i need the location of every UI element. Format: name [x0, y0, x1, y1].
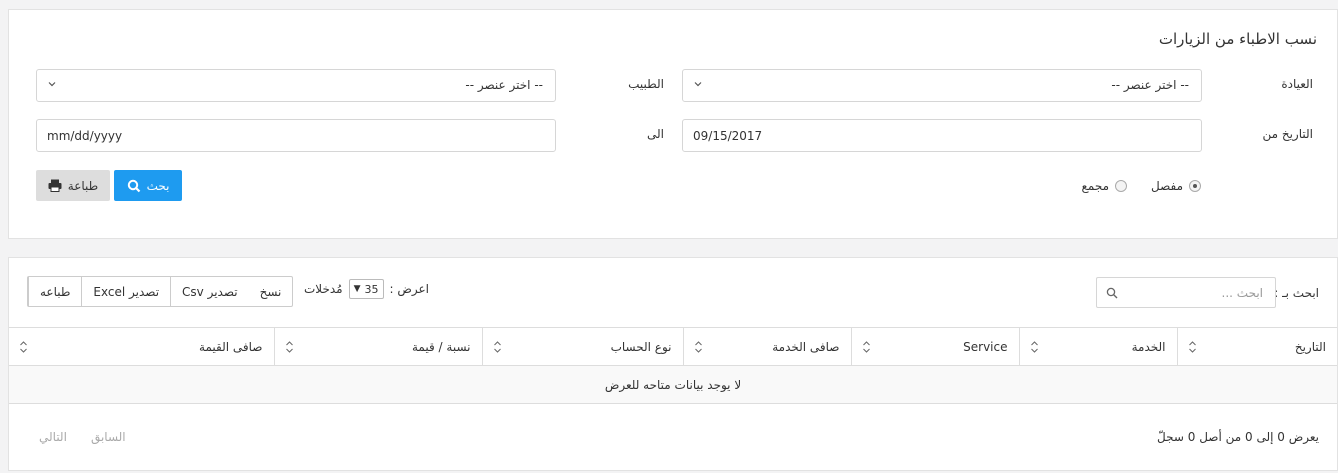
- next-page-button[interactable]: التالي: [39, 430, 67, 444]
- caret-down-icon: ▼: [353, 284, 361, 294]
- page-length-select[interactable]: ▼ 35: [348, 279, 384, 299]
- search-icon: [127, 179, 140, 192]
- entries-label: مُدخلات: [304, 282, 343, 296]
- date-from-input[interactable]: 09/15/2017: [682, 119, 1202, 152]
- column-header-net-value[interactable]: صافى القيمة: [9, 327, 274, 366]
- column-header-label: صافى الخدمة: [772, 339, 840, 354]
- radio-summary-label: مجمع: [1081, 179, 1110, 193]
- date-to-label: الى: [647, 127, 664, 141]
- sort-icon: [862, 341, 870, 353]
- radio-detailed[interactable]: مفصل: [1151, 179, 1201, 193]
- sort-icon: [1030, 341, 1038, 353]
- print-button-label: طباعة: [67, 178, 99, 193]
- pagination: السابق التالي: [39, 430, 126, 444]
- radio-summary-dot[interactable]: [1115, 180, 1127, 192]
- print-table-button[interactable]: طباعه: [28, 277, 81, 306]
- chevron-down-icon: [694, 82, 702, 87]
- column-header-label: نسبة / قيمة: [412, 339, 471, 354]
- column-header-ratio-value[interactable]: نسبة / قيمة: [273, 327, 482, 366]
- page-length-value: 35: [364, 282, 379, 296]
- table-search-input[interactable]: ابحث ...: [1096, 277, 1276, 308]
- sort-icon: [1188, 341, 1196, 353]
- date-to-value: mm/dd/yyyy: [47, 129, 123, 143]
- search-button-label: بحث: [146, 178, 170, 193]
- previous-page-button[interactable]: السابق: [91, 430, 126, 444]
- sort-icon: [694, 341, 702, 353]
- clinic-label: العيادة: [1281, 77, 1313, 91]
- column-header-service-en[interactable]: Service: [850, 327, 1019, 366]
- sort-icon: [493, 341, 501, 353]
- page-title: نسب الاطباء من الزيارات: [1158, 30, 1317, 48]
- column-header-label: الخدمة: [1131, 339, 1166, 354]
- page-length-control: اعرض : ▼ 35 مُدخلات: [304, 279, 429, 299]
- table-search-label: ابحث بـ :: [1274, 286, 1319, 300]
- column-header-label: نوع الحساب: [610, 339, 672, 354]
- empty-table-message: لا يوجد بيانات متاحه للعرض: [9, 365, 1337, 404]
- date-from-value: 09/15/2017: [693, 129, 763, 143]
- export-excel-button[interactable]: تصدير Excel: [81, 277, 170, 306]
- radio-detailed-label: مفصل: [1151, 179, 1183, 193]
- results-table: التاريخ الخدمة Service صافى الخدمة نوع ا…: [9, 327, 1337, 404]
- show-label: اعرض :: [389, 282, 430, 296]
- date-to-input[interactable]: mm/dd/yyyy: [36, 119, 556, 152]
- printer-icon: [48, 179, 62, 192]
- column-header-label: Service: [963, 339, 1008, 354]
- results-panel: ابحث بـ : ابحث ... اعرض : ▼ 35 مُدخلات ن…: [8, 257, 1338, 471]
- search-icon: [1106, 287, 1118, 299]
- column-header-label: التاريخ: [1294, 339, 1326, 354]
- filter-panel: نسب الاطباء من الزيارات العيادة -- اختر …: [8, 9, 1338, 239]
- column-header-account-type[interactable]: نوع الحساب: [481, 327, 683, 366]
- column-header-date[interactable]: التاريخ: [1176, 327, 1337, 366]
- radio-summary[interactable]: مجمع: [1081, 179, 1127, 193]
- table-row-empty: لا يوجد بيانات متاحه للعرض: [9, 365, 1337, 404]
- doctor-select[interactable]: -- اختر عنصر --: [36, 69, 556, 102]
- table-info: يعرض 0 إلى 0 من أصل 0 سجلّ: [1157, 430, 1319, 444]
- export-button-group: نسخ تصدير Csv تصدير Excel طباعه: [27, 276, 294, 307]
- copy-button[interactable]: نسخ: [249, 277, 293, 306]
- column-header-label: صافى القيمة: [199, 339, 263, 354]
- column-header-service-ar[interactable]: الخدمة: [1018, 327, 1177, 366]
- export-csv-button[interactable]: تصدير Csv: [170, 277, 249, 306]
- radio-detailed-dot[interactable]: [1189, 180, 1201, 192]
- sort-icon: [20, 341, 27, 353]
- table-search-placeholder: ابحث ...: [1221, 286, 1263, 300]
- chevron-down-icon: [48, 82, 56, 87]
- doctor-label: الطبيب: [628, 77, 664, 91]
- print-button[interactable]: طباعة: [36, 170, 110, 201]
- clinic-select[interactable]: -- اختر عنصر --: [682, 69, 1202, 102]
- sort-icon: [285, 341, 293, 353]
- table-header-row: التاريخ الخدمة Service صافى الخدمة نوع ا…: [9, 327, 1337, 366]
- date-from-label: التاريخ من: [1262, 127, 1313, 141]
- doctor-select-value: -- اختر عنصر --: [465, 78, 543, 92]
- search-button[interactable]: بحث: [114, 170, 182, 201]
- clinic-select-value: -- اختر عنصر --: [1111, 78, 1189, 92]
- column-header-net-service[interactable]: صافى الخدمة: [682, 327, 851, 366]
